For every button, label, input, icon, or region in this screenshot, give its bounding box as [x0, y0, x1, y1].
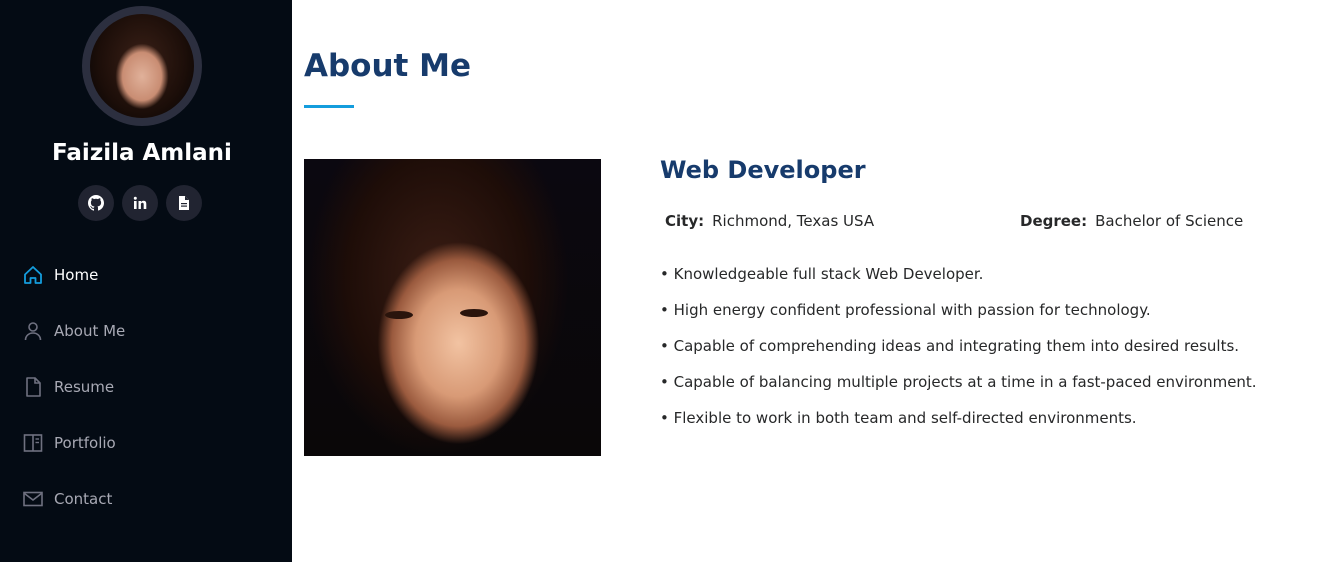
github-icon	[88, 195, 104, 211]
profile-avatar	[90, 14, 194, 118]
sidebar: Faizila Amlani Home About Me Resume Port…	[0, 0, 292, 562]
github-link[interactable]	[78, 185, 114, 221]
profile-photo	[304, 159, 601, 456]
photo-detail	[385, 309, 488, 319]
list-item: • Capable of balancing multiple projects…	[660, 373, 1257, 391]
nav-item-about[interactable]: About Me	[22, 317, 125, 345]
resume-download-link[interactable]	[166, 185, 202, 221]
degree-value: Bachelor of Science	[1095, 212, 1244, 230]
nav-label-contact: Contact	[54, 490, 113, 508]
nav-label-home: Home	[54, 266, 99, 284]
home-icon	[22, 264, 44, 286]
degree-label: Degree:	[1020, 212, 1088, 230]
nav-item-portfolio[interactable]: Portfolio	[22, 429, 116, 457]
section-title: About Me	[304, 48, 472, 84]
title-underline	[304, 105, 354, 108]
nav-label-portfolio: Portfolio	[54, 434, 116, 452]
person-icon	[22, 320, 44, 342]
profile-name[interactable]: Faizila Amlani	[0, 140, 284, 166]
linkedin-icon	[133, 196, 147, 209]
list-item: • Capable of comprehending ideas and int…	[660, 337, 1240, 355]
profile-avatar-ring	[82, 6, 202, 126]
list-item: • Flexible to work in both team and self…	[660, 409, 1137, 427]
about-bullet-list: • Knowledgeable full stack Web Developer…	[660, 262, 1257, 442]
city-value: Richmond, Texas USA	[712, 212, 875, 230]
linkedin-link[interactable]	[122, 185, 158, 221]
file-icon	[22, 376, 44, 398]
nav-label-about: About Me	[54, 322, 126, 340]
list-item: • Knowledgeable full stack Web Developer…	[660, 265, 984, 283]
nav-item-contact[interactable]: Contact	[22, 485, 112, 513]
nav-label-resume: Resume	[54, 378, 115, 396]
nav-item-resume[interactable]: Resume	[22, 373, 114, 401]
nav-item-home[interactable]: Home	[22, 261, 98, 289]
city-info: City: Richmond, Texas USA	[665, 212, 874, 230]
list-item: • High energy confident professional wit…	[660, 301, 1151, 319]
book-icon	[22, 432, 44, 454]
city-label: City:	[665, 212, 705, 230]
envelope-icon	[22, 488, 44, 510]
role-title: Web Developer	[660, 156, 866, 184]
resume-file-icon	[179, 196, 189, 210]
degree-info: Degree: Bachelor of Science	[1020, 212, 1243, 230]
